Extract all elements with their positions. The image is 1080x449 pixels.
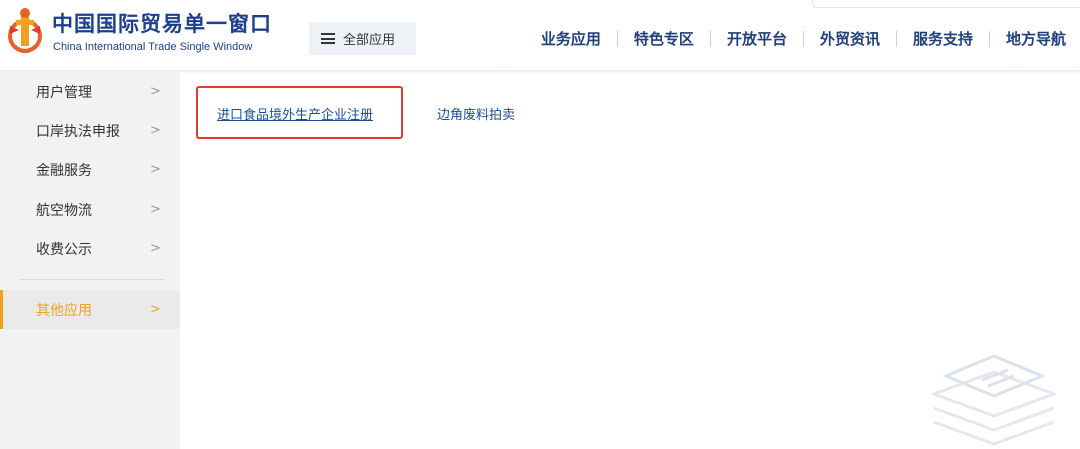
- nav-divider: [802, 30, 804, 47]
- all-apps-button[interactable]: 全部应用: [309, 22, 416, 55]
- sidebar-divider: [20, 279, 164, 280]
- nav-local-navigation[interactable]: 地方导航: [1006, 28, 1066, 49]
- sidebar-item-label: 用户管理: [36, 84, 92, 101]
- chevron-right-icon: >: [150, 202, 161, 217]
- nav-divider: [895, 30, 897, 47]
- brand-title: 中国国际贸易单一窗口: [52, 12, 272, 36]
- sidebar-item-port-declaration[interactable]: 口岸执法申报 >: [0, 111, 180, 150]
- main-content: 进口食品境外生产企业注册 边角废料拍卖: [180, 74, 1080, 449]
- nav-business-apps[interactable]: 业务应用: [541, 28, 601, 49]
- sidebar-item-user-management[interactable]: 用户管理 >: [0, 72, 180, 111]
- top-nav: 业务应用 特色专区 开放平台 外贸资讯 服务支持 地方导航: [541, 28, 1066, 49]
- sidebar-item-fee-disclosure[interactable]: 收费公示 >: [0, 229, 180, 268]
- chevron-right-icon: >: [150, 302, 161, 317]
- sidebar: 用户管理 > 口岸执法申报 > 金融服务 > 航空物流 > 收费公示 > 其他应…: [0, 72, 180, 449]
- link-imported-food-registration[interactable]: 进口食品境外生产企业注册: [217, 104, 373, 123]
- nav-divider: [616, 30, 618, 47]
- sidebar-item-label: 收费公示: [36, 241, 92, 258]
- chevron-right-icon: >: [150, 241, 161, 256]
- header: 中国国际贸易单一窗口 China International Trade Sin…: [0, 0, 1080, 72]
- layers-watermark-icon: [932, 354, 1056, 446]
- nav-open-platform[interactable]: 开放平台: [727, 28, 787, 49]
- sidebar-item-other-apps[interactable]: 其他应用 >: [0, 290, 180, 329]
- top-search-box[interactable]: [812, 0, 1080, 8]
- nav-featured-zone[interactable]: 特色专区: [634, 28, 694, 49]
- sidebar-item-label: 航空物流: [36, 202, 92, 219]
- chevron-right-icon: >: [150, 162, 161, 177]
- chevron-right-icon: >: [150, 123, 161, 138]
- link-scrap-auction[interactable]: 边角废料拍卖: [437, 104, 515, 123]
- hamburger-menu-icon: [321, 33, 335, 44]
- nav-divider: [709, 30, 711, 47]
- sidebar-item-label: 口岸执法申报: [36, 123, 120, 140]
- chevron-right-icon: >: [150, 84, 161, 99]
- nav-divider: [988, 30, 990, 47]
- sidebar-item-label: 金融服务: [36, 162, 92, 179]
- nav-trade-news[interactable]: 外贸资讯: [820, 28, 880, 49]
- sidebar-item-air-logistics[interactable]: 航空物流 >: [0, 190, 180, 229]
- active-indicator: [0, 290, 3, 329]
- all-apps-label: 全部应用: [343, 33, 396, 48]
- nav-service-support[interactable]: 服务支持: [913, 28, 973, 49]
- sidebar-item-label: 其他应用: [36, 302, 92, 319]
- sidebar-item-financial-services[interactable]: 金融服务 >: [0, 150, 180, 189]
- brand-subtitle: China International Trade Single Window: [53, 41, 253, 53]
- customs-logo-icon[interactable]: [6, 6, 44, 58]
